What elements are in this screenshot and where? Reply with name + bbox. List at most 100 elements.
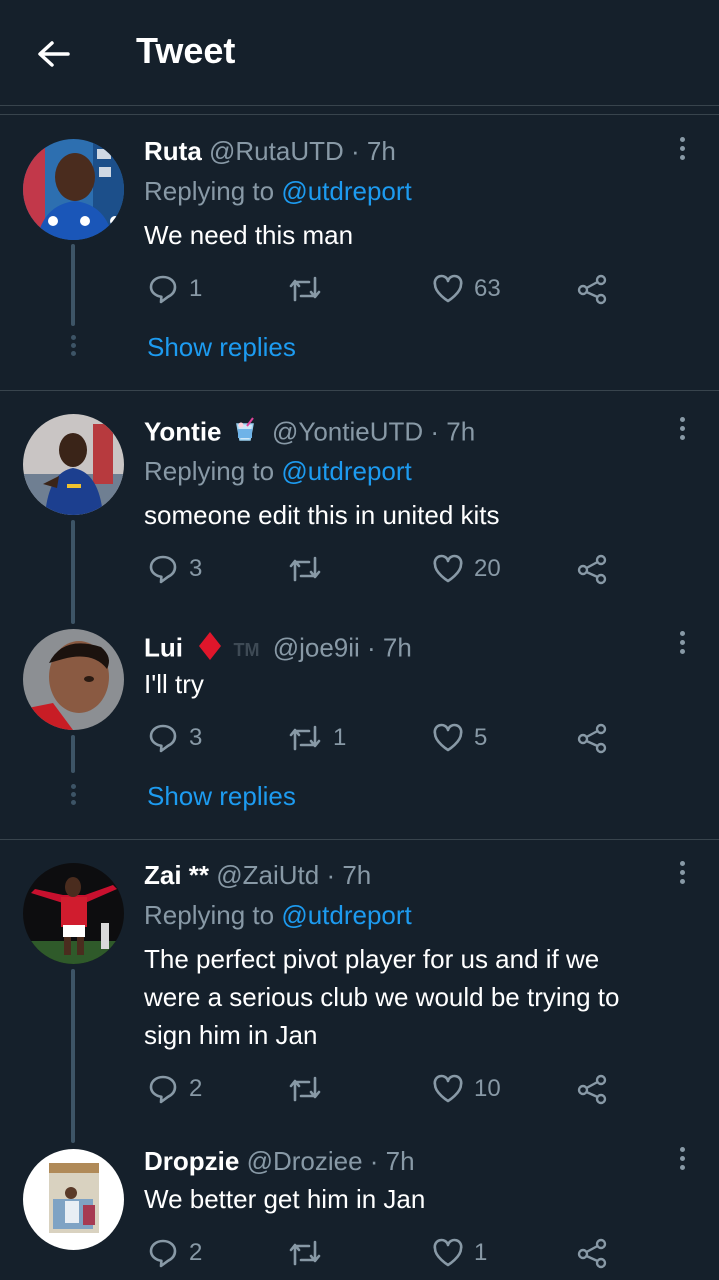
tweet-ruta[interactable]: Ruta @RutaUTD · 7h Replying to @utdrepor…	[0, 0, 719, 390]
like-count: 1	[474, 1239, 488, 1266]
reply-count: 2	[189, 1075, 203, 1102]
replying-to: Replying to @utdreport	[144, 900, 412, 930]
reply-button[interactable]: 2	[147, 1235, 202, 1271]
reply-icon	[149, 1239, 177, 1268]
more-icon[interactable]	[672, 137, 692, 167]
reply-count: 3	[189, 555, 203, 582]
like-button[interactable]: 63	[432, 271, 501, 307]
tweet-actions: 3 1 5	[0, 720, 719, 756]
tweet-text-line: The perfect pivot player for us and if w…	[144, 944, 600, 974]
cocktail-emoji-icon	[231, 416, 259, 451]
like-icon	[433, 554, 463, 583]
display-name[interactable]: Yontie	[144, 416, 222, 446]
tweet-header: Yontie @YontieUTD · 7h	[144, 416, 475, 451]
reply-button[interactable]: 2	[147, 1071, 202, 1107]
tweet-text: We need this man	[144, 220, 354, 250]
retweet-icon	[289, 725, 321, 751]
reply-icon	[149, 724, 177, 753]
like-button[interactable]: 5	[432, 720, 487, 756]
share-button[interactable]	[576, 1071, 608, 1107]
retweet-button[interactable]	[287, 271, 333, 307]
tweet-header: Dropzie @Droziee · 7h	[144, 1146, 415, 1177]
replying-to-link[interactable]: @utdreport	[281, 456, 411, 486]
display-name[interactable]: Zai **	[144, 860, 209, 890]
more-icon[interactable]	[672, 417, 692, 447]
retweet-icon	[289, 276, 321, 302]
retweet-icon	[289, 1076, 321, 1102]
divider	[0, 390, 719, 391]
thread-gap-dots	[69, 335, 77, 359]
tweet-actions: 3 20	[0, 551, 719, 587]
reply-count: 3	[189, 724, 203, 751]
share-icon	[577, 723, 607, 754]
like-icon	[433, 1238, 463, 1267]
display-name[interactable]: Lui	[144, 632, 183, 662]
handle-time: @ZaiUtd · 7h	[216, 860, 372, 890]
handle-time: @Droziee · 7h	[246, 1146, 415, 1176]
like-button[interactable]: 10	[432, 1071, 501, 1107]
tweet-text: The perfect pivot player for us and if w…	[144, 940, 684, 1054]
retweet-button[interactable]: 1	[287, 720, 346, 756]
handle-time: @joe9ii · 7h	[272, 632, 412, 663]
reply-count: 1	[189, 275, 203, 302]
retweet-icon	[289, 556, 321, 582]
replying-to-link[interactable]: @utdreport	[281, 900, 411, 930]
like-icon	[433, 1074, 463, 1103]
avatar[interactable]	[23, 629, 124, 730]
tweet-text: We better get him in Jan	[144, 1184, 426, 1214]
avatar[interactable]	[23, 414, 124, 515]
reply-count: 2	[189, 1239, 203, 1266]
reply-button[interactable]: 3	[147, 551, 202, 587]
show-replies-link[interactable]: Show replies	[147, 332, 296, 363]
like-button[interactable]: 20	[432, 551, 501, 587]
tweet-actions: 2 1	[0, 1235, 719, 1271]
replying-to: Replying to @utdreport	[144, 456, 412, 486]
like-count: 63	[474, 275, 501, 302]
reply-button[interactable]: 1	[147, 271, 202, 307]
avatar[interactable]	[23, 863, 124, 964]
diamond-icon	[198, 631, 222, 668]
thread-gap-dots	[69, 784, 77, 808]
more-icon[interactable]	[672, 631, 692, 661]
handle-time: @YontieUTD · 7h	[272, 416, 476, 447]
tweet-header: Zai ** @ZaiUtd · 7h	[144, 860, 371, 891]
retweet-button[interactable]	[287, 1071, 333, 1107]
display-name[interactable]: Dropzie	[144, 1146, 239, 1176]
retweet-button[interactable]	[287, 1235, 333, 1271]
like-icon	[433, 274, 463, 303]
like-count: 20	[474, 555, 501, 582]
like-button[interactable]: 1	[432, 1235, 487, 1271]
display-name[interactable]: Ruta	[144, 136, 202, 166]
reply-button[interactable]: 3	[147, 720, 202, 756]
share-button[interactable]	[576, 551, 608, 587]
retweet-icon	[289, 1240, 321, 1266]
share-icon	[577, 1074, 607, 1105]
like-count: 5	[474, 724, 488, 751]
tweet-text-line: were a serious club we would be trying t…	[144, 982, 620, 1012]
share-button[interactable]	[576, 720, 608, 756]
reply-icon	[149, 275, 177, 304]
thread-line	[71, 969, 75, 1143]
more-icon[interactable]	[672, 861, 692, 891]
tweet-text: I'll try	[144, 669, 204, 699]
show-replies-link[interactable]: Show replies	[147, 781, 296, 812]
more-icon[interactable]	[672, 1147, 692, 1177]
share-button[interactable]	[576, 1235, 608, 1271]
replying-to: Replying to @utdreport	[144, 176, 412, 206]
share-button[interactable]	[576, 271, 608, 307]
retweet-button[interactable]	[287, 551, 333, 587]
tweet-header: Ruta @RutaUTD · 7h	[144, 136, 396, 167]
replying-to-link[interactable]: @utdreport	[281, 176, 411, 206]
tweet-text: someone edit this in united kits	[144, 500, 500, 530]
tweet-text-line: sign him in Jan	[144, 1020, 318, 1050]
share-icon	[577, 554, 607, 585]
tweet-header: Lui TM @joe9ii · 7h	[144, 631, 412, 668]
handle-time: @RutaUTD · 7h	[209, 136, 396, 166]
share-icon	[577, 1238, 607, 1269]
reply-icon	[149, 555, 177, 584]
divider	[0, 839, 719, 840]
retweet-count: 1	[333, 724, 347, 751]
avatar[interactable]	[23, 139, 124, 240]
like-icon	[433, 723, 463, 752]
reply-icon	[149, 1075, 177, 1104]
